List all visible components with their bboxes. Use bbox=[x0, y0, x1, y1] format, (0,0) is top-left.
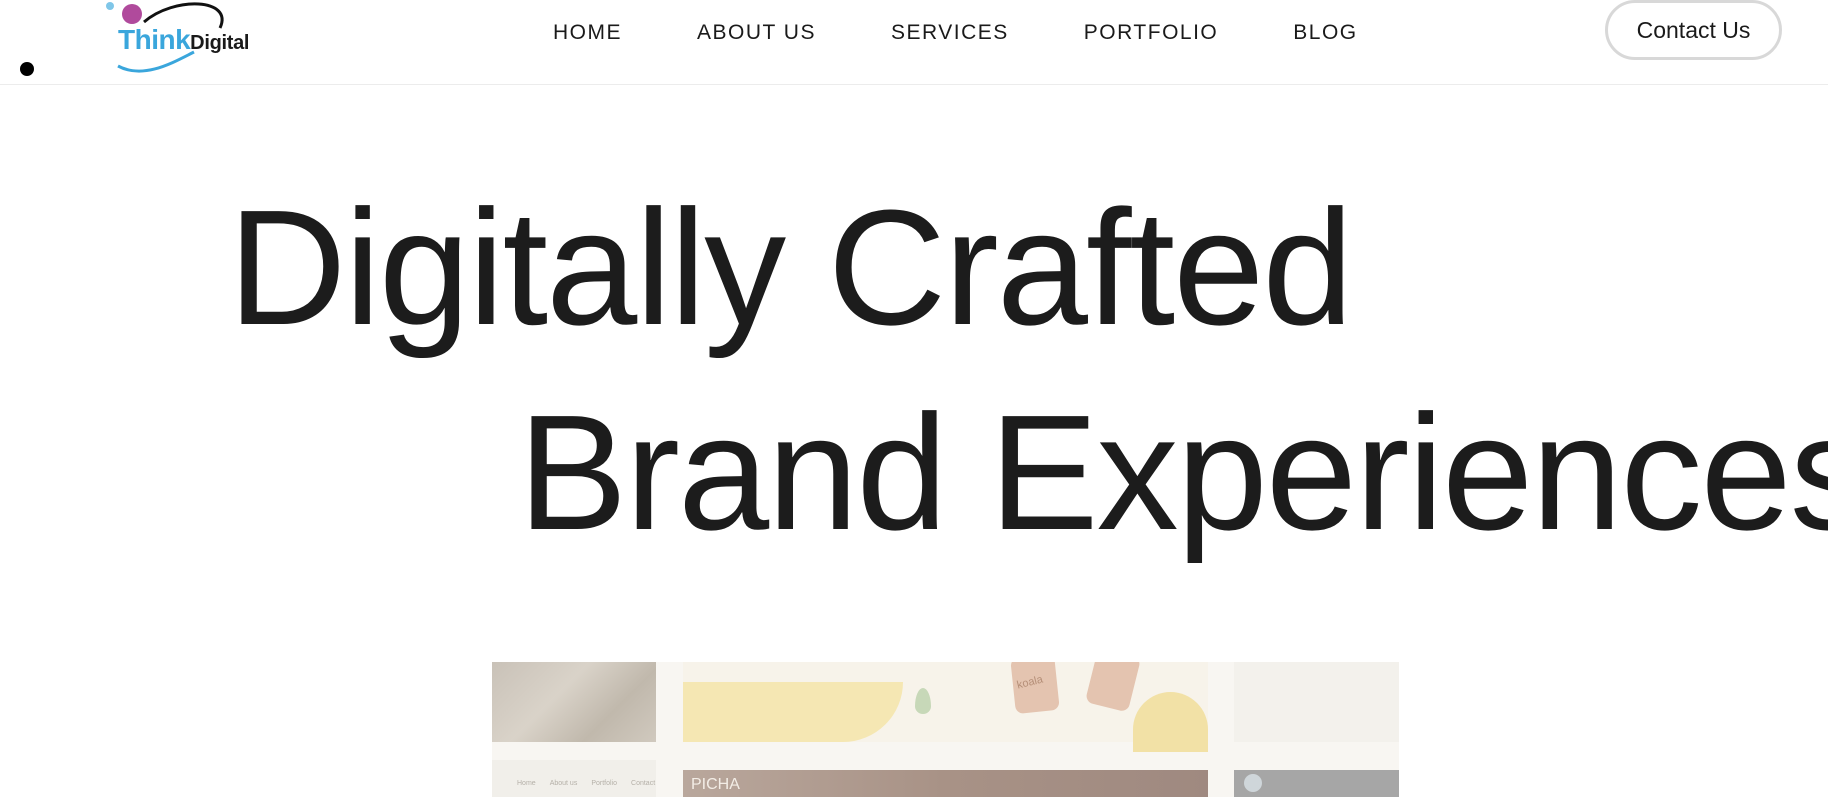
portfolio-preview[interactable]: koala Home About us Portfolio Contact PI… bbox=[492, 662, 1399, 797]
preview-tile-wood bbox=[492, 662, 656, 742]
bottle-image: koala bbox=[1010, 662, 1060, 715]
logo-wordmark: ThinkDigital bbox=[118, 24, 249, 56]
preview-picha-logo: PICHA bbox=[691, 776, 740, 793]
logo[interactable]: ThinkDigital bbox=[104, 0, 274, 82]
hero-heading-line-1: Digitally Crafted bbox=[228, 176, 1354, 359]
yellow-shape bbox=[1133, 692, 1208, 752]
nav-item-blog[interactable]: BLOG bbox=[1293, 21, 1357, 45]
preview-mini-nav bbox=[492, 760, 656, 797]
main-nav: HOME ABOUT US SERVICES PORTFOLIO BLOG bbox=[553, 18, 1358, 48]
nav-item-services[interactable]: SERVICES bbox=[891, 21, 1009, 45]
logo-think: Think bbox=[118, 24, 191, 55]
preview-tile-blank bbox=[1234, 662, 1399, 742]
preview-tile-product: koala bbox=[683, 662, 1208, 752]
preview-dark-bar: PICHA bbox=[683, 770, 1208, 797]
site-header: ThinkDigital HOME ABOUT US SERVICES PORT… bbox=[0, 0, 1828, 85]
mini-nav-item: Home bbox=[517, 780, 536, 787]
mini-nav-item: About us bbox=[549, 780, 578, 787]
logo-digital: Digital bbox=[190, 32, 250, 54]
hero-heading-line-2: Brand Experiences bbox=[518, 381, 1828, 564]
mini-nav-item: Portfolio bbox=[591, 780, 618, 787]
nav-item-about-us[interactable]: ABOUT US bbox=[697, 21, 816, 45]
preview-mini-nav-items: Home About us Portfolio Contact bbox=[517, 780, 655, 787]
bottle-label: koala bbox=[1015, 673, 1045, 692]
circle-logo-icon bbox=[1244, 774, 1262, 792]
bottle-image bbox=[1084, 662, 1142, 713]
yellow-shape bbox=[683, 682, 903, 742]
leaf-icon bbox=[915, 688, 931, 714]
cursor-dot bbox=[20, 62, 34, 76]
nav-item-portfolio[interactable]: PORTFOLIO bbox=[1084, 21, 1218, 45]
preview-gray-bar bbox=[1234, 770, 1399, 797]
nav-item-home[interactable]: HOME bbox=[553, 21, 622, 45]
mini-nav-item: Contact bbox=[631, 780, 656, 787]
contact-us-button[interactable]: Contact Us bbox=[1605, 0, 1782, 60]
